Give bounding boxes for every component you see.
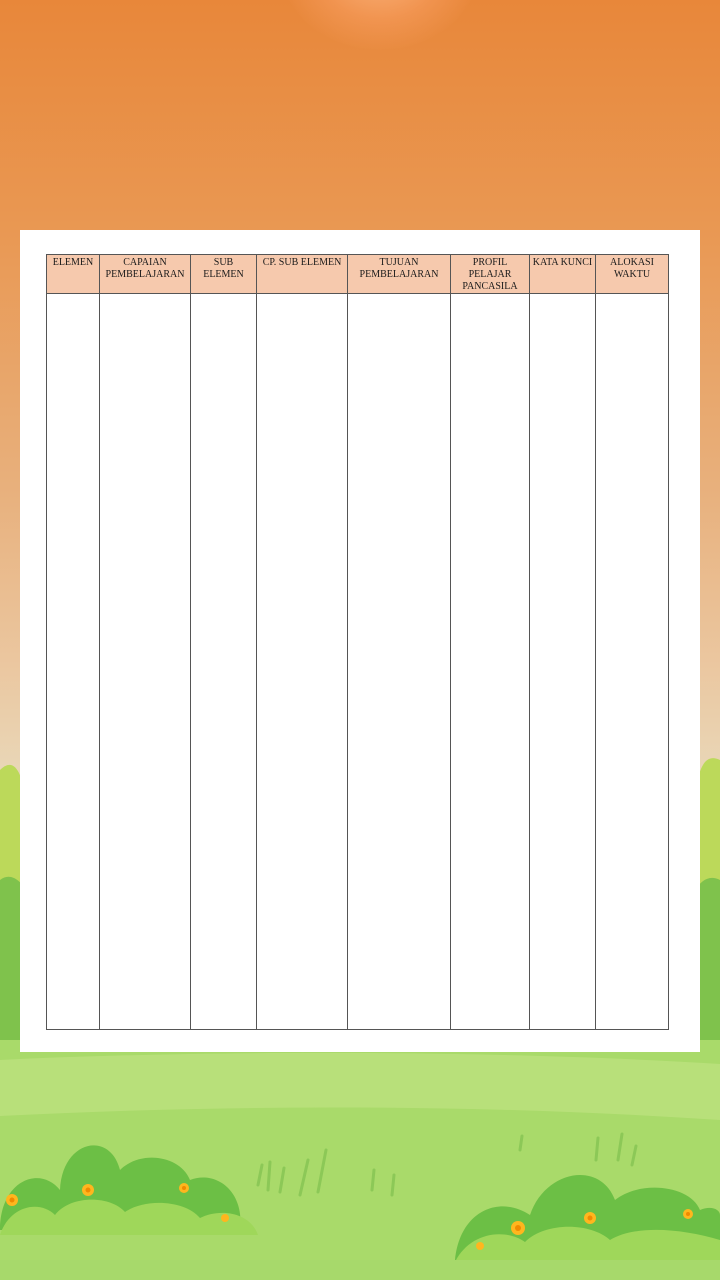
table-cell-cp-sub-elemen[interactable] [256, 293, 348, 1030]
table-cell-tujuan-pembelajaran[interactable] [347, 293, 451, 1030]
learning-objectives-table: ELEMEN CAPAIAN PEMBELAJARAN SUB ELEMEN C… [46, 254, 669, 1030]
table-header-row: ELEMEN CAPAIAN PEMBELAJARAN SUB ELEMEN C… [46, 254, 669, 294]
ground-strip [0, 1260, 720, 1280]
column-header-alokasi-waktu: ALOKASI WAKTU [595, 254, 669, 294]
column-header-kata-kunci: KATA KUNCI [529, 254, 596, 294]
table-cell-elemen[interactable] [46, 293, 100, 1030]
column-header-sub-elemen: SUB ELEMEN [190, 254, 257, 294]
table-cell-alokasi-waktu[interactable] [595, 293, 669, 1030]
page: { "document": { "table": { "columns": [ … [0, 0, 720, 1280]
table-cell-profil-pelajar-pancasila[interactable] [450, 293, 530, 1030]
column-header-profil-pelajar-pancasila: PROFIL PELAJAR PANCASILA [450, 254, 530, 294]
table-cell-capaian-pembelajaran[interactable] [99, 293, 191, 1030]
column-header-elemen: ELEMEN [46, 254, 100, 294]
column-header-tujuan-pembelajaran: TUJUAN PEMBELAJARAN [347, 254, 451, 294]
column-header-capaian-pembelajaran: CAPAIAN PEMBELAJARAN [99, 254, 191, 294]
column-header-cp-sub-elemen: CP. SUB ELEMEN [256, 254, 348, 294]
table-row [46, 293, 669, 1030]
table-cell-kata-kunci[interactable] [529, 293, 596, 1030]
document-paper: ELEMEN CAPAIAN PEMBELAJARAN SUB ELEMEN C… [20, 230, 700, 1052]
table-cell-sub-elemen[interactable] [190, 293, 257, 1030]
